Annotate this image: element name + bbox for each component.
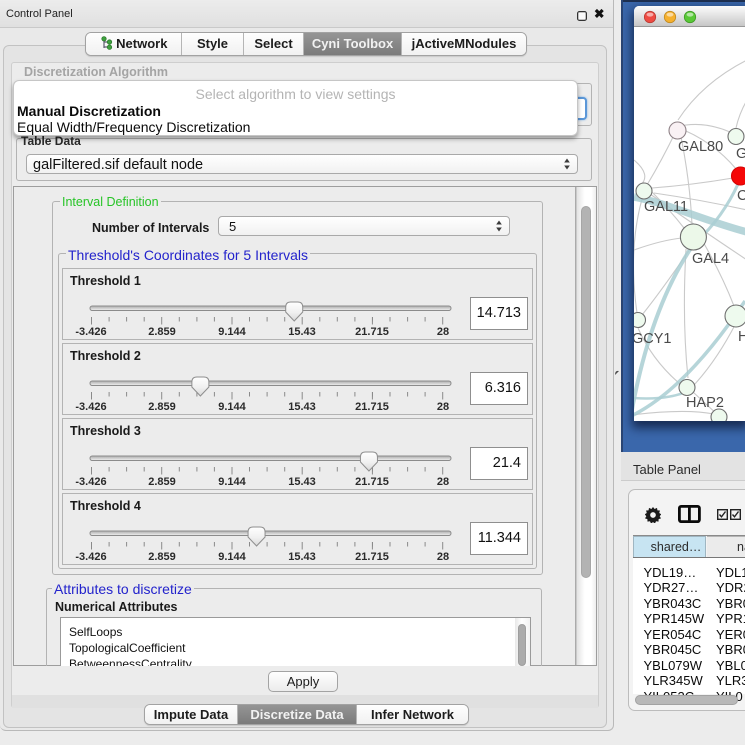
- svg-text:GAL80: GAL80: [678, 139, 723, 155]
- svg-text:GAL11: GAL11: [644, 199, 688, 215]
- svg-text:GA: GA: [736, 146, 745, 162]
- svg-text:H: H: [738, 329, 745, 345]
- svg-text:GCY1: GCY1: [634, 331, 672, 347]
- svg-text:HAP2: HAP2: [686, 395, 724, 411]
- svg-text:C: C: [737, 188, 745, 204]
- svg-text:GAL4: GAL4: [692, 251, 729, 267]
